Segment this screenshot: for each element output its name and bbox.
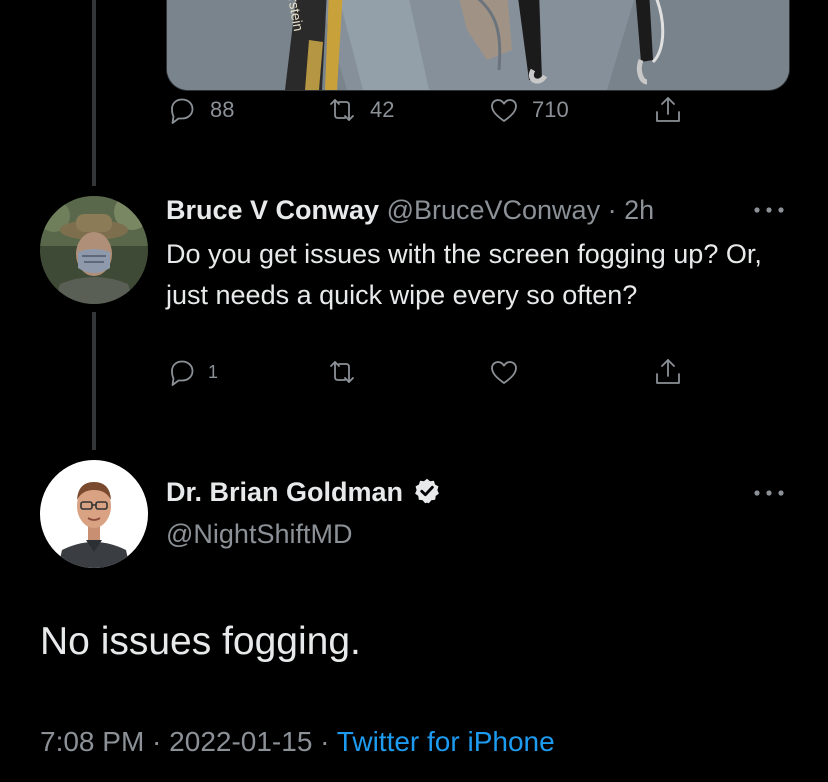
reply-icon: [171, 98, 194, 124]
like-count: 710: [532, 97, 569, 122]
reply-button[interactable]: 88: [166, 94, 234, 126]
reply-icon: [171, 360, 194, 386]
meta-separator: ·: [312, 726, 337, 757]
reply-author-avatar[interactable]: [40, 196, 148, 304]
avatar-photo: [40, 460, 148, 568]
main-tweet-header: Dr. Brian Goldman: [166, 476, 441, 508]
meta-separator: ·: [144, 726, 170, 757]
avatar-photo: [40, 196, 148, 304]
reply-timestamp[interactable]: 2h: [624, 195, 654, 225]
main-author-name[interactable]: Dr. Brian Goldman: [166, 477, 403, 507]
retweet-icon: [330, 99, 354, 121]
media-photo: [167, 0, 789, 90]
share-button[interactable]: [652, 94, 684, 126]
reply-tweet-text: Do you get issues with the screen foggin…: [166, 239, 762, 310]
parent-tweet-media[interactable]: rstein: [166, 0, 790, 91]
thread-line-middle: [92, 312, 96, 450]
reply-count: 1: [208, 361, 219, 382]
reply-tweet-header: Bruce V Conway @BruceVConway · 2h: [166, 194, 654, 226]
share-icon: [656, 97, 680, 122]
retweet-count: 42: [370, 97, 395, 122]
verified-badge-icon: [414, 478, 439, 504]
header-separator: ·: [600, 195, 625, 225]
reply-author-handle[interactable]: @BruceVConway: [387, 195, 601, 225]
share-button[interactable]: [652, 356, 684, 388]
reply-count: 88: [210, 97, 235, 122]
thread-line-top: [92, 0, 96, 186]
main-tweet-meta: 7:08 PM · 2022-01-15 · Twitter for iPhon…: [40, 724, 555, 760]
tweet-time[interactable]: 7:08 PM: [40, 726, 144, 757]
tweet-source-link[interactable]: Twitter for iPhone: [337, 726, 555, 757]
main-author-handle[interactable]: @NightShiftMD: [166, 519, 352, 549]
more-icon[interactable]: [752, 488, 786, 498]
share-icon: [656, 359, 680, 384]
like-button[interactable]: [488, 356, 532, 388]
main-tweet-text: No issues fogging.: [40, 620, 361, 663]
main-tweet-handle-row: @NightShiftMD: [166, 518, 352, 550]
heart-icon: [491, 99, 517, 122]
retweet-icon: [330, 361, 354, 383]
retweet-button[interactable]: [326, 356, 370, 388]
reply-author-name[interactable]: Bruce V Conway: [166, 195, 379, 225]
more-icon[interactable]: [752, 205, 786, 215]
like-button[interactable]: 710: [488, 94, 569, 126]
reply-button[interactable]: 1: [166, 356, 218, 388]
main-author-avatar[interactable]: [40, 460, 148, 568]
heart-icon: [491, 361, 517, 384]
retweet-button[interactable]: 42: [326, 94, 394, 126]
tweet-date[interactable]: 2022-01-15: [169, 726, 312, 757]
